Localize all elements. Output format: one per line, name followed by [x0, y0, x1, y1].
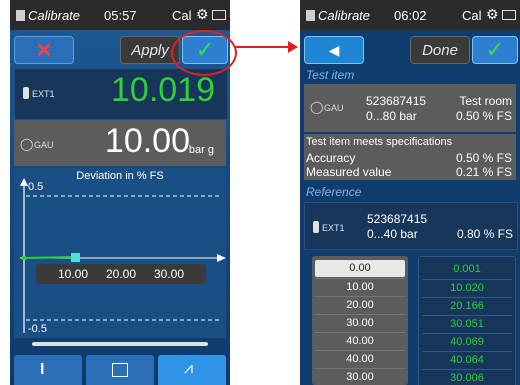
setpoint-table: 0.00 10.00 20.00 30.00 40.00 40.00 30.00	[312, 256, 408, 385]
gau-label: GAU	[324, 103, 344, 113]
status-bar: Calibrate 05:57 Cal ⚙	[10, 0, 230, 30]
done-button[interactable]: Done	[410, 36, 470, 64]
setpoint-row[interactable]: 20.00	[315, 296, 405, 314]
cal-indicator: Cal	[462, 8, 482, 23]
chart-axes	[20, 178, 226, 333]
chart-icon: ⩘	[184, 360, 194, 377]
battery-icon	[502, 10, 516, 20]
cancel-button[interactable]: ✕	[14, 36, 74, 64]
sensor-icon	[23, 87, 29, 99]
measured-row[interactable]: 20.166	[422, 297, 512, 315]
test-item-range: 0...80 bar	[366, 109, 417, 123]
document-icon	[16, 10, 25, 21]
deviation-chart: Deviation in % FS 0.5 -0.5 10.00 20.00 3…	[14, 168, 226, 338]
x-tick: 20.00	[106, 267, 137, 281]
callout-circle	[171, 30, 237, 76]
measured-row[interactable]: 30.006	[422, 369, 512, 385]
back-arrow-icon: ◀	[328, 41, 340, 58]
gauge-icon: ◯	[20, 137, 34, 151]
x-tick: 10.00	[58, 267, 89, 281]
gau-panel: ◯ GAU 10.00 bar g	[14, 120, 226, 166]
battery-icon	[212, 10, 226, 20]
measured-row[interactable]: 30.051	[422, 315, 512, 333]
x-tick-bar: 10.00 20.00 30.00	[36, 264, 206, 284]
app-title: Calibrate	[306, 8, 370, 23]
scrollbar[interactable]	[32, 342, 208, 346]
setpoint-row-selected[interactable]: 0.00	[315, 260, 405, 277]
callout-arrow	[234, 46, 290, 48]
setpoint-row[interactable]: 10.00	[315, 278, 405, 296]
setpoint-row[interactable]: 30.00	[315, 368, 405, 385]
test-item-location: Test room	[459, 94, 512, 108]
measured-row[interactable]: 40.069	[422, 333, 512, 351]
test-item-serial: 523687415	[366, 94, 427, 108]
reference-range: 0...40 bar	[367, 227, 418, 241]
y-bottom-label: -0.5	[28, 323, 47, 335]
test-result-block: Test item meets specifications Accuracy …	[304, 134, 516, 180]
tab-table[interactable]	[86, 355, 154, 385]
ext1-panel: EXT1 10.019	[14, 68, 228, 120]
document-icon	[306, 10, 315, 21]
gau-unit: bar g	[188, 144, 214, 156]
cal-indicator: Cal	[172, 8, 192, 23]
confirm-button[interactable]: ✓	[472, 36, 518, 64]
test-item-accuracy-spec: 0.50 % FS	[455, 109, 512, 123]
ext1-reading: 10.019	[111, 71, 215, 109]
measured-table: 0.001 10.020 20.166 30.051 40.069 40.064…	[418, 256, 516, 385]
status-bar: Calibrate 06:02 Cal ⚙	[300, 0, 520, 30]
setpoint-row[interactable]: 40.00	[315, 332, 405, 350]
clock: 05:57	[104, 8, 137, 23]
gauge-icon: ◯	[310, 100, 324, 114]
x-tick: 30.00	[154, 267, 185, 281]
back-button[interactable]: ◀	[304, 36, 364, 64]
gau-label: GAU	[34, 140, 54, 150]
measured-value: 0.21 % FS	[455, 165, 512, 179]
sensor-icon	[313, 221, 319, 233]
accuracy-value: 0.50 % FS	[455, 151, 512, 165]
setpoint-row[interactable]: 30.00	[315, 314, 405, 332]
cross-icon: ✕	[35, 39, 53, 62]
reference-heading: Reference	[306, 185, 362, 199]
app-title: Calibrate	[16, 8, 80, 23]
callout-arrow-head	[288, 41, 298, 53]
calibrate-screen-2: Calibrate 06:02 Cal ⚙ ◀ Done ✓ Test item…	[300, 0, 520, 385]
y-top-label: 0.5	[28, 181, 44, 193]
test-item-heading: Test item	[306, 68, 355, 82]
check-icon: ✓	[485, 37, 505, 62]
reference-accuracy: 0.80 % FS	[456, 227, 513, 241]
table-icon	[112, 363, 128, 377]
measured-row[interactable]: 40.064	[422, 351, 512, 369]
test-item-panel: ◯ GAU 523687415 0...80 bar Test room 0.5…	[304, 84, 516, 132]
reference-panel: EXT1 523687415 0...40 bar 0.80 % FS	[304, 202, 518, 250]
measured-row[interactable]: 10.020	[422, 279, 512, 297]
gear-icon: ⚙	[486, 6, 499, 22]
setpoint-row[interactable]: 40.00	[315, 350, 405, 368]
ext1-label: EXT1	[322, 223, 345, 233]
tab-chart[interactable]: ⩘	[158, 355, 226, 385]
gear-icon: ⚙	[196, 6, 209, 22]
reference-serial: 523687415	[367, 212, 428, 226]
status-message: Test item meets specifications	[306, 136, 453, 148]
tab-instrument[interactable]: I	[14, 355, 82, 385]
accuracy-label: Accuracy	[306, 151, 356, 165]
instrument-icon: I	[40, 361, 45, 378]
clock: 06:02	[394, 8, 427, 23]
ext1-label: EXT1	[32, 89, 55, 99]
gau-reading: 10.00	[104, 122, 190, 160]
measured-label: Measured value	[306, 165, 392, 179]
measured-row[interactable]: 0.001	[422, 261, 512, 278]
